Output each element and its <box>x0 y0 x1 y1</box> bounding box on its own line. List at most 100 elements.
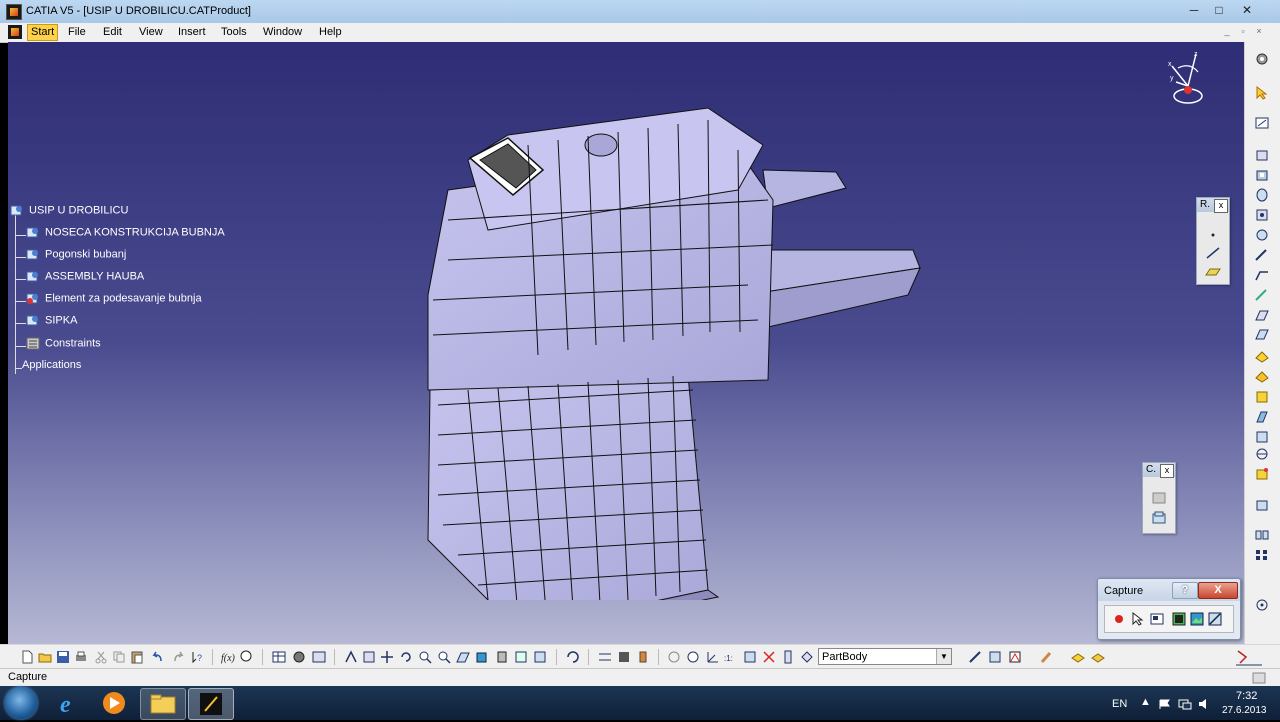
record-icon[interactable] <box>1111 611 1127 627</box>
material-icon[interactable] <box>292 650 306 664</box>
manipulate-icon[interactable] <box>617 650 631 664</box>
floating-toolbar-c-header[interactable]: C. x <box>1143 463 1175 478</box>
select-mode-icon[interactable] <box>1129 611 1145 627</box>
taskbar-ie[interactable]: e <box>50 688 90 718</box>
capture-image-icon[interactable] <box>1207 611 1223 627</box>
sketcher-icon[interactable] <box>968 650 982 664</box>
current-body-dropdown[interactable]: PartBody ▼ <box>818 648 952 665</box>
knowledge-icon[interactable] <box>239 650 253 664</box>
zoom-in-icon[interactable] <box>418 650 432 664</box>
axis-system-icon[interactable] <box>705 650 719 664</box>
shading-icon[interactable] <box>495 650 509 664</box>
formula-icon[interactable]: f(x) <box>221 650 235 664</box>
command-input-icon[interactable] <box>1252 672 1266 684</box>
sew-surface-icon[interactable] <box>1254 467 1270 481</box>
fly-icon[interactable] <box>344 650 358 664</box>
tree-item-sipka[interactable]: SIPKA <box>16 314 77 332</box>
floating-toolbar-c[interactable]: C. x <box>1142 462 1176 534</box>
doc-close-button[interactable]: × <box>1252 26 1266 39</box>
hand-icon[interactable] <box>686 650 700 664</box>
chamfer-icon[interactable] <box>1254 268 1270 282</box>
swap-visible-icon[interactable] <box>533 650 547 664</box>
split-icon[interactable] <box>1254 410 1270 424</box>
tree-item-assembly-hauba[interactable]: ASSEMBLY HAUBA <box>16 270 144 288</box>
thread-icon[interactable] <box>1254 350 1270 364</box>
floating-toolbar-r-header[interactable]: R. x <box>1197 198 1229 213</box>
clock-date[interactable]: 27.6.2013 <box>1222 705 1267 716</box>
mirror-icon[interactable] <box>1254 528 1270 542</box>
pan-icon[interactable] <box>380 650 394 664</box>
cut-icon[interactable] <box>94 650 108 664</box>
menu-start[interactable]: Start <box>27 24 59 41</box>
measure-icon[interactable] <box>1254 598 1270 612</box>
pad-icon[interactable] <box>1254 148 1270 162</box>
apply-material-icon[interactable] <box>988 650 1002 664</box>
remove-face-icon[interactable] <box>1254 370 1270 384</box>
properties-icon[interactable] <box>1091 650 1105 664</box>
point-icon[interactable] <box>1205 228 1221 242</box>
table-icon[interactable] <box>272 650 286 664</box>
draft-icon[interactable] <box>1254 288 1270 302</box>
language-indicator[interactable]: EN <box>1112 698 1127 710</box>
pattern-icon[interactable] <box>1254 548 1270 562</box>
normal-view-icon[interactable] <box>456 650 470 664</box>
pocket-icon[interactable] <box>1254 168 1270 182</box>
menu-file[interactable]: File <box>68 26 86 38</box>
iso-view-icon[interactable] <box>475 650 489 664</box>
sensor-icon[interactable] <box>636 650 650 664</box>
part-body-icon[interactable] <box>743 650 757 664</box>
sketch-icon[interactable] <box>1254 116 1270 130</box>
minimize-button[interactable]: ─ <box>1181 1 1207 19</box>
rotate-icon[interactable] <box>399 650 413 664</box>
gear-icon[interactable] <box>1254 52 1270 66</box>
design-table-icon[interactable] <box>312 650 326 664</box>
volume-icon[interactable] <box>1198 698 1212 710</box>
doc-restore-button[interactable]: ▫ <box>1236 26 1250 39</box>
floating-toolbar-c-close[interactable]: x <box>1160 464 1174 478</box>
capture-close-button[interactable]: X <box>1198 582 1238 599</box>
copy-icon[interactable] <box>112 650 126 664</box>
clock-time[interactable]: 7:32 <box>1236 690 1257 702</box>
3d-viewport[interactable]: z x y USIP U DROBILICU NOSECA KONSTRUKCI… <box>8 42 1244 644</box>
shaft-icon[interactable] <box>1254 188 1270 202</box>
layer-icon[interactable] <box>1071 650 1085 664</box>
save-icon[interactable] <box>56 650 70 664</box>
hole-icon[interactable] <box>1254 208 1270 222</box>
open-icon[interactable] <box>38 650 52 664</box>
network-icon[interactable] <box>1178 698 1192 710</box>
menu-tools[interactable]: Tools <box>221 26 247 38</box>
thickness-icon[interactable] <box>1254 327 1270 341</box>
redo-icon[interactable] <box>172 650 186 664</box>
chevron-down-icon[interactable]: ▼ <box>936 649 951 664</box>
capture-dialog-header[interactable]: Capture ? X <box>1098 579 1240 601</box>
tree-item-element[interactable]: Element za podesavanje bubnja <box>16 292 202 310</box>
work-on-icon[interactable] <box>800 650 814 664</box>
doc-minimize-button[interactable]: _ <box>1220 26 1234 39</box>
floating-toolbar-r-close[interactable]: x <box>1214 199 1228 213</box>
line-icon[interactable] <box>1205 246 1221 260</box>
plane-icon[interactable] <box>1205 264 1221 278</box>
compass-icon[interactable]: z x y <box>1166 48 1214 108</box>
tree-item-noseca[interactable]: NOSECA KONSTRUKCIJA BUBNJA <box>16 226 225 244</box>
paste-icon[interactable] <box>130 650 144 664</box>
update-icon[interactable] <box>566 650 580 664</box>
capture-options-icon[interactable] <box>1149 611 1165 627</box>
whats-this-icon[interactable]: ? <box>190 650 204 664</box>
constraint-icon[interactable] <box>598 650 612 664</box>
tree-item-constraints[interactable]: Constraints <box>16 337 101 355</box>
catalog-browser-icon[interactable] <box>1151 511 1167 525</box>
replace-face-icon[interactable] <box>1254 390 1270 404</box>
menu-edit[interactable]: Edit <box>103 26 122 38</box>
floating-toolbar-r[interactable]: R. x <box>1196 197 1230 285</box>
catalog-icon[interactable] <box>1151 491 1167 505</box>
maximize-button[interactable]: □ <box>1206 1 1232 19</box>
close-surface-icon[interactable] <box>1254 447 1270 461</box>
fit-all-icon[interactable] <box>362 650 376 664</box>
action-center-flag-icon[interactable] <box>1158 698 1172 710</box>
catia-document-icon[interactable] <box>8 25 22 39</box>
shell-icon[interactable] <box>1254 308 1270 322</box>
taskbar-explorer[interactable] <box>140 688 186 720</box>
thick-surface-icon[interactable] <box>1254 430 1270 444</box>
capture-help-button[interactable]: ? <box>1172 582 1198 599</box>
menu-window[interactable]: Window <box>263 26 302 38</box>
